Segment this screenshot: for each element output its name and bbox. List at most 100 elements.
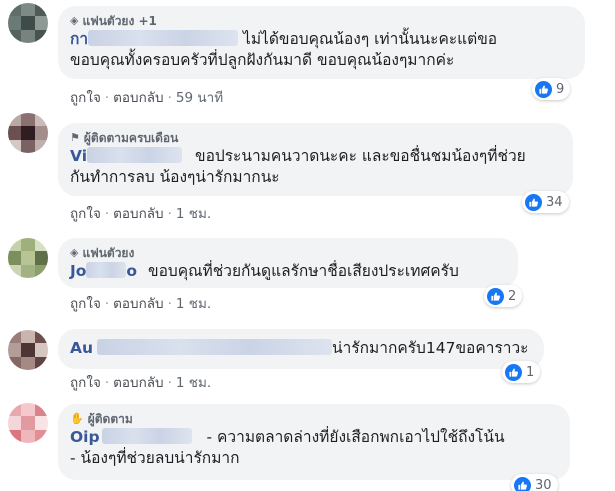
avatar-pixel (21, 126, 35, 140)
like-reaction-icon (525, 193, 542, 211)
avatar-pixel (21, 251, 35, 265)
avatar-pixel (21, 264, 35, 278)
reaction-count[interactable]: 9 (532, 78, 571, 100)
avatar-pixel (21, 330, 35, 344)
avatar[interactable] (8, 238, 48, 278)
avatar-pixel (8, 238, 22, 252)
badge-label: แฟนตัวยง (82, 246, 135, 260)
like-link[interactable]: ถูกใจ (70, 90, 101, 106)
comment-text-line: ขอประนามคนวาดนะคะ และขอชื่นชมน้องๆที่ช่ว… (194, 147, 526, 165)
flag-icon: ⚑ (70, 131, 80, 144)
diamond-icon: ◈ (70, 246, 79, 259)
commenter-name[interactable]: Au (70, 339, 93, 357)
commenter-name-tail[interactable]: o (126, 262, 137, 280)
commenter-name[interactable]: Jo (70, 262, 86, 280)
comment-text-line: ขอบคุณทั้งครอบครัวที่ปลูกฝังกันมาดี ขอบค… (70, 51, 455, 69)
avatar[interactable] (8, 113, 48, 153)
like-reaction-icon (505, 363, 522, 381)
avatar-pixel (21, 238, 35, 252)
timestamp[interactable]: 59 นาที (176, 90, 223, 106)
comment-bubble: Au น่ารักมากครับ147ขอคาราวะ (58, 329, 544, 369)
reaction-count[interactable]: 2 (484, 285, 523, 307)
comment-text-line: กันทำการลบ น้องๆน่ารักมากนะ (70, 168, 280, 186)
avatar-pixel (34, 139, 48, 153)
timestamp[interactable]: 1 ชม. (176, 296, 211, 312)
reply-link[interactable]: ตอบกลับ (113, 296, 163, 312)
avatar-pixel (8, 139, 22, 153)
avatar-pixel (34, 264, 48, 278)
reaction-count[interactable]: 30 (511, 474, 558, 491)
avatar-pixel (21, 403, 35, 417)
avatar-pixel (34, 416, 48, 430)
avatar[interactable] (8, 3, 48, 43)
reaction-count[interactable]: 34 (522, 191, 569, 213)
commenter-name[interactable]: กา (70, 30, 88, 48)
comment-text-line: ไม่ได้ขอบคุณน้องๆ เท่านั้นนะคะแต่ขอ (243, 30, 498, 48)
timestamp[interactable]: 1 ชม. (176, 206, 211, 222)
avatar-pixel (8, 403, 22, 417)
badge: ◈ แฟนตัวยง (70, 245, 506, 261)
like-reaction-icon (514, 476, 531, 491)
avatar-pixel (8, 16, 22, 30)
avatar-pixel (8, 264, 22, 278)
avatar-pixel (21, 29, 35, 43)
avatar-pixel (8, 113, 22, 127)
avatar-pixel (8, 29, 22, 43)
commenter-name[interactable]: Vi (70, 147, 87, 165)
avatar[interactable] (8, 403, 48, 443)
avatar-pixel (8, 3, 22, 17)
like-reaction-icon (487, 287, 504, 305)
avatar[interactable] (8, 330, 48, 370)
avatar-pixel (8, 126, 22, 140)
like-link[interactable]: ถูกใจ (70, 296, 101, 312)
comment-bubble: ◈ แฟนตัวยง +1 กา ไม่ได้ขอบคุณน้องๆ เท่าน… (58, 6, 585, 79)
redacted-name (86, 262, 127, 278)
badge: ⚑ ผู้ติดตามครบเดือน (70, 130, 561, 146)
avatar-pixel (21, 429, 35, 443)
avatar-pixel (8, 251, 22, 265)
timestamp[interactable]: 1 ชม. (176, 375, 211, 391)
reply-link[interactable]: ตอบกลับ (113, 90, 163, 106)
redacted-name (88, 30, 239, 46)
badge-label: ผู้ติดตามครบเดือน (83, 131, 179, 145)
avatar-pixel (21, 113, 35, 127)
like-reaction-icon (535, 80, 552, 98)
wave-hand-icon: ✋ (70, 412, 84, 425)
badge: ✋ ผู้ติดตาม (70, 411, 558, 427)
avatar-pixel (34, 429, 48, 443)
comment-actions: ถูกใจ · ตอบกลับ · 1 ชม. (70, 296, 212, 312)
diamond-icon: ◈ (70, 14, 79, 27)
like-link[interactable]: ถูกใจ (70, 206, 101, 222)
like-link[interactable]: ถูกใจ (70, 375, 101, 391)
avatar-pixel (21, 356, 35, 370)
reaction-count[interactable]: 1 (502, 361, 541, 383)
avatar-pixel (34, 113, 48, 127)
avatar-pixel (34, 330, 48, 344)
reply-link[interactable]: ตอบกลับ (113, 375, 163, 391)
avatar-pixel (8, 416, 22, 430)
commenter-name[interactable]: Oip (70, 428, 100, 446)
avatar-pixel (21, 343, 35, 357)
comment-text-line: - น้องๆที่ช่วยลบน่ารักมาก (70, 449, 240, 467)
avatar-pixel (34, 343, 48, 357)
avatar-pixel (34, 251, 48, 265)
reply-link[interactable]: ตอบกลับ (113, 206, 163, 222)
avatar-pixel (21, 139, 35, 153)
avatar-pixel (34, 3, 48, 17)
avatar-pixel (8, 429, 22, 443)
redacted-name (101, 428, 192, 444)
avatar-pixel (21, 416, 35, 430)
avatar-pixel (8, 356, 22, 370)
avatar-pixel (34, 238, 48, 252)
badge-label: ผู้ติดตาม (87, 412, 133, 426)
badge-label: แฟนตัวยง +1 (82, 14, 157, 28)
comment-text-line: น่ารักมากครับ147ขอคาราวะ (332, 339, 529, 357)
comment-actions: ถูกใจ · ตอบกลับ · 1 ชม. (70, 206, 212, 222)
comment-text-line: ขอบคุณที่ช่วยกันดูแลรักษาชื่อเสียงประเทศ… (148, 262, 459, 280)
redacted-name (87, 147, 183, 163)
comment-bubble: ✋ ผู้ติดตาม Oip - ความตลาดล่างที่ยังเสือ… (58, 404, 570, 480)
avatar-pixel (8, 330, 22, 344)
avatar-pixel (8, 343, 22, 357)
comment-bubble: ◈ แฟนตัวยง Jo o ขอบคุณที่ช่วยกันดูแลรักษา… (58, 238, 518, 288)
avatar-pixel (34, 356, 48, 370)
